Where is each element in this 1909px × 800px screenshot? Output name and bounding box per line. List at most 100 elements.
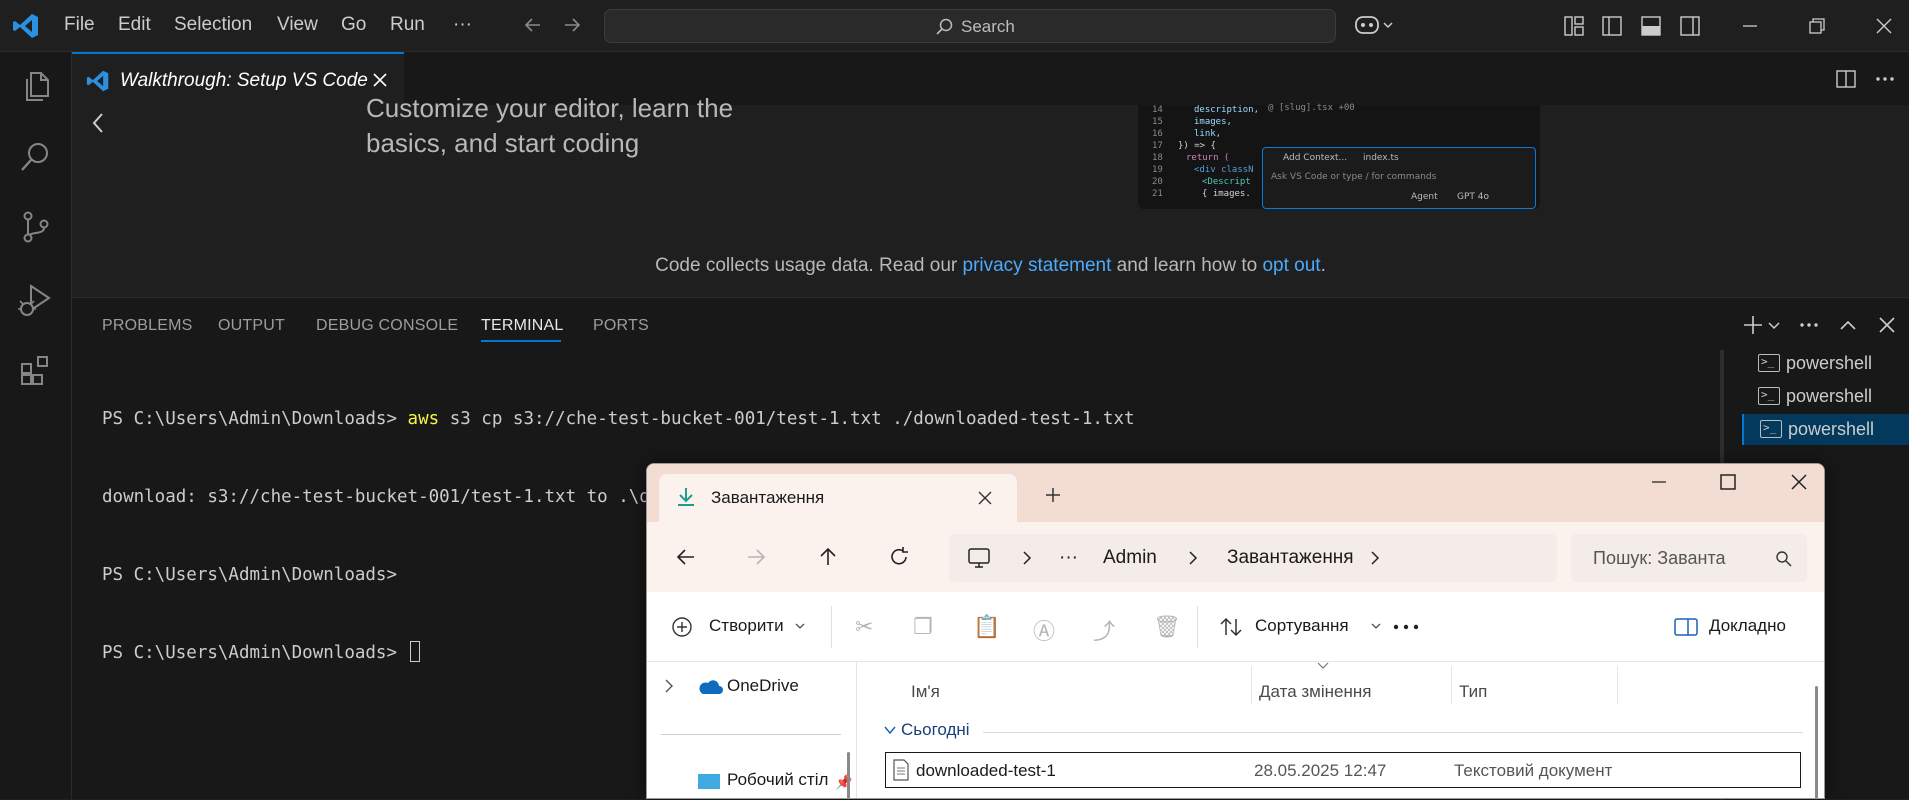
explorer-tab-downloads[interactable]: Завантаження [659,474,1017,522]
chevron-right-icon [1187,550,1199,566]
back-arrow-icon[interactable] [675,546,697,568]
preview-model: GPT 4o [1457,192,1489,202]
run-debug-icon[interactable] [17,282,53,318]
sidebar-item-desktop[interactable]: Робочий стіл [727,770,828,790]
restore-icon[interactable] [1807,16,1827,36]
walkthrough-editor: Customize your editor, learn the basics,… [72,93,1909,297]
column-separator [1451,666,1452,704]
usage-text-middle: and learn how to [1111,255,1263,276]
chevron-down-icon [795,622,805,630]
menu-view[interactable]: View [277,14,318,36]
forward-arrow-icon[interactable] [745,546,767,568]
more-actions-icon[interactable] [1874,68,1896,90]
terminal-list-item[interactable]: >_ powershell [1742,381,1909,412]
details-button[interactable]: Докладно [1709,616,1786,636]
explorer-search-placeholder: Пошук: Заванта [1593,548,1726,568]
preview-agent: Agent [1411,192,1438,202]
split-editor-icon[interactable] [1835,68,1857,90]
cut-icon[interactable]: ✂ [855,614,873,640]
tab-problems[interactable]: PROBLEMS [102,317,193,335]
usage-text-prefix: Code collects usage data. Read our [655,255,963,276]
refresh-icon[interactable] [888,546,910,568]
group-header-today[interactable]: Сьогодні [901,720,970,740]
table-row[interactable]: downloaded-test-1 28.05.2025 12:47 Текст… [885,752,1801,788]
explorer-search-field[interactable]: Пошук: Заванта [1571,534,1807,582]
sidebar-item-onedrive[interactable]: OneDrive [727,676,799,696]
menu-go[interactable]: Go [341,14,366,36]
column-date-modified[interactable]: Дата змінення [1259,682,1371,702]
copilot-icon[interactable] [1354,12,1394,38]
column-type[interactable]: Тип [1459,682,1487,702]
menu-edit[interactable]: Edit [118,14,151,36]
breadcrumb-downloads[interactable]: Завантаження [1227,547,1354,569]
title-bar: File Edit Selection View Go Run ··· Sear… [0,0,1909,52]
menu-selection[interactable]: Selection [174,14,252,36]
explorer-maximize-icon[interactable] [1718,472,1738,492]
vscode-logo-icon [12,12,40,40]
terminal-list-item[interactable]: >_ powershell [1742,348,1909,379]
search-view-icon[interactable] [19,140,53,174]
address-bar[interactable]: ··· Admin Завантаження [949,534,1557,582]
create-button[interactable]: Створити [709,616,784,636]
tab-terminal[interactable]: TERMINAL [481,317,564,335]
toggle-primary-sidebar-icon[interactable] [1601,15,1623,37]
command-center-search[interactable]: Search [604,9,1336,43]
paste-icon[interactable]: 📋 [973,614,1000,640]
explorer-icon[interactable] [19,70,53,104]
tab-ports[interactable]: PORTS [593,317,649,335]
source-control-icon[interactable] [19,210,53,244]
back-chevron-icon[interactable] [90,111,106,135]
column-name[interactable]: Ім'я [911,682,940,702]
preview-file-chip: index.ts [1363,153,1399,163]
terminal-dropdown-icon[interactable] [1767,318,1781,332]
close-tab-icon[interactable] [977,490,993,506]
minimize-icon[interactable] [1740,16,1760,36]
group-collapse-chevron-icon[interactable] [883,724,897,736]
maximize-panel-icon[interactable] [1837,314,1859,336]
list-scrollbar[interactable] [1815,686,1818,798]
menu-more[interactable]: ··· [453,14,472,36]
forward-arrow-icon[interactable] [561,14,583,36]
tab-output[interactable]: OUTPUT [218,317,285,335]
privacy-statement-link[interactable]: privacy statement [963,255,1112,276]
customize-layout-icon[interactable] [1563,15,1585,37]
walkthrough-description-line1: Customize your editor, learn the [366,93,734,123]
explorer-navigation-pane: OneDrive Робочий стіл 📌 [647,662,857,798]
new-tab-icon[interactable] [1044,486,1062,504]
sort-button[interactable]: Сортування [1255,616,1349,636]
share-icon[interactable]: ⤴ [1093,614,1115,646]
search-icon [1775,550,1793,568]
file-type: Текстовий документ [1454,761,1613,780]
search-icon [935,17,955,37]
toggle-secondary-sidebar-icon[interactable] [1679,15,1701,37]
close-window-icon[interactable] [1874,16,1894,36]
toggle-panel-icon[interactable] [1640,15,1662,37]
breadcrumb-admin[interactable]: Admin [1103,547,1157,569]
preview-chat-placeholder: Ask VS Code or type / for commands [1271,172,1437,182]
tab-walkthrough[interactable]: Walkthrough: Setup VS Code [72,52,404,105]
up-arrow-icon[interactable] [817,546,839,568]
close-tab-icon[interactable] [372,72,388,88]
close-panel-icon[interactable] [1876,314,1898,336]
terminal-list-item-active[interactable]: >_ powershell [1742,414,1909,445]
panel-more-icon[interactable] [1798,314,1820,336]
new-terminal-icon[interactable] [1742,314,1764,336]
terminal-cursor [409,641,420,662]
column-separator [1617,666,1618,704]
tab-debug-console[interactable]: DEBUG CONSOLE [316,317,458,335]
explorer-close-icon[interactable] [1789,472,1809,492]
extensions-icon[interactable] [19,354,53,388]
delete-icon[interactable]: 🗑 [1153,614,1181,640]
more-options-icon[interactable] [1391,618,1421,636]
menu-run[interactable]: Run [390,14,425,36]
nav-scrollbar[interactable] [847,752,850,798]
search-label: Search [961,17,1015,36]
back-arrow-icon[interactable] [522,14,544,36]
expand-chevron-icon[interactable] [663,678,675,694]
rename-icon[interactable]: Ⓐ [1033,614,1055,646]
menu-file[interactable]: File [64,14,95,36]
explorer-minimize-icon[interactable] [1649,472,1669,492]
opt-out-link[interactable]: opt out [1262,255,1320,276]
copy-icon[interactable]: ❐ [913,614,933,640]
breadcrumb-more[interactable]: ··· [1059,547,1078,569]
